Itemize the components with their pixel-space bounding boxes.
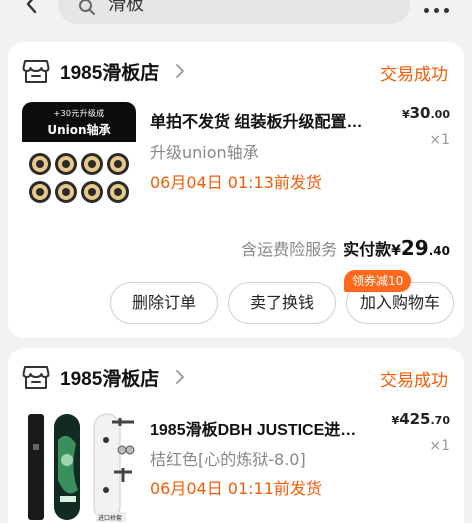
paid-label: 实付款 (343, 240, 392, 259)
paid-amount: ¥29.40 (391, 236, 450, 260)
product-image-tag: 进口桥套 (98, 515, 123, 522)
more-icon[interactable] (424, 0, 456, 13)
paid-integer: 29 (400, 236, 429, 260)
shipping-deadline: 06月04日 01:11前发货 (150, 479, 322, 498)
price-decimal: .70 (430, 414, 451, 427)
price-integer: 425 (399, 410, 431, 428)
chevron-right-icon (176, 64, 184, 78)
top-bar: 滑板 (0, 0, 472, 30)
search-query: 滑板 (108, 0, 144, 15)
chevron-right-icon (176, 370, 184, 384)
order-card: 1985滑板店 交易成功 进口桥套 1985滑板DBH JUSTICE进… ¥4… (8, 348, 464, 523)
store-name: 1985滑板店 (60, 369, 160, 390)
store-header[interactable]: 1985滑板店 交易成功 (8, 348, 464, 406)
price-symbol: ¥ (401, 108, 410, 121)
order-card: 1985滑板店 交易成功 +30元升级成 Union轴承 单拍不发货 组装板升级… (8, 42, 464, 338)
store-header[interactable]: 1985滑板店 交易成功 (8, 42, 464, 100)
bearings-illustration (29, 153, 129, 203)
banner-subtext: +30元升级成 (53, 109, 105, 118)
price-decimal: .00 (430, 108, 451, 121)
product-title[interactable]: 单拍不发货 组装板升级配置… (150, 108, 386, 132)
product-price: ¥425.70 (392, 410, 450, 428)
product-image-banner: +30元升级成 Union轴承 (22, 102, 136, 142)
total-row: 含运费险服务 实付款¥29.40 (241, 236, 450, 260)
product-image[interactable]: 进口桥套 (22, 410, 136, 523)
search-icon (79, 0, 95, 15)
delete-order-button[interactable]: 删除订单 (110, 282, 218, 324)
insurance-label: 含运费险服务 (241, 240, 338, 259)
product-quantity: ×1 (429, 132, 450, 148)
order-status: 交易成功 (380, 371, 448, 391)
back-arrow-icon[interactable] (20, 0, 44, 16)
skateboard-illustration (28, 413, 135, 522)
banner-text: Union轴承 (47, 123, 111, 137)
coupon-badge: 领券减10 (344, 270, 412, 292)
product-image[interactable]: +30元升级成 Union轴承 (22, 102, 136, 216)
product-title[interactable]: 1985滑板DBH JUSTICE进… (150, 416, 386, 440)
paid-decimal: .40 (428, 244, 450, 258)
shipping-deadline: 06月04日 01:13前发货 (150, 173, 322, 192)
paid-symbol: ¥ (391, 243, 401, 259)
product-spec: 升级union轴承 (150, 143, 259, 162)
search-input[interactable]: 滑板 (58, 0, 410, 24)
store-icon (22, 366, 50, 389)
price-integer: 30 (409, 104, 431, 122)
store-name: 1985滑板店 (60, 63, 160, 84)
product-price: ¥30.00 (402, 104, 450, 122)
store-icon (22, 60, 50, 83)
product-spec: 桔红色[心的炼狱-8.0] (150, 450, 306, 469)
product-quantity: ×1 (429, 438, 450, 454)
order-status: 交易成功 (380, 65, 448, 85)
resell-button[interactable]: 卖了换钱 (228, 282, 336, 324)
